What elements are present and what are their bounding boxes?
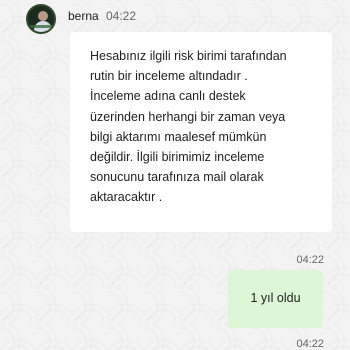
avatar-head bbox=[38, 11, 48, 21]
outgoing-message-time: 04:22 bbox=[296, 338, 324, 350]
sender-name: berna bbox=[68, 9, 99, 23]
message-line: değildir. İlgili birimimiz inceleme bbox=[90, 150, 265, 165]
message-line: aktaracaktır . bbox=[90, 190, 163, 205]
outgoing-message-text: 1 yıl oldu bbox=[250, 291, 301, 305]
incoming-message-bubble: Hesabınız ilgili risk birimi tarafından … bbox=[70, 32, 332, 232]
message-line: bilgi aktarımı maalesef mümkün bbox=[90, 129, 267, 144]
incoming-message-time: 04:22 bbox=[296, 254, 324, 266]
message-line: İnceleme adına canlı destek bbox=[90, 89, 246, 104]
message-line: üzerinden herhangi bir zaman veya bbox=[90, 109, 286, 124]
message-timestamp: 04:22 bbox=[106, 9, 137, 23]
avatar-stripe bbox=[28, 25, 54, 28]
message-line: rutin bir inceleme altındadır . bbox=[90, 69, 248, 84]
chat-panel: berna 04:22 Hesabınız ilgili risk birimi… bbox=[0, 0, 350, 350]
incoming-message-text: Hesabınız ilgili risk birimi tarafından … bbox=[90, 46, 326, 208]
message-line: Hesabınız ilgili risk birimi tarafından bbox=[90, 49, 287, 63]
user-avatar-icon[interactable] bbox=[26, 4, 56, 34]
outgoing-message-bubble: 1 yıl oldu bbox=[228, 270, 323, 328]
message-line: sonucunu tarafınıza mail olarak bbox=[90, 170, 264, 185]
